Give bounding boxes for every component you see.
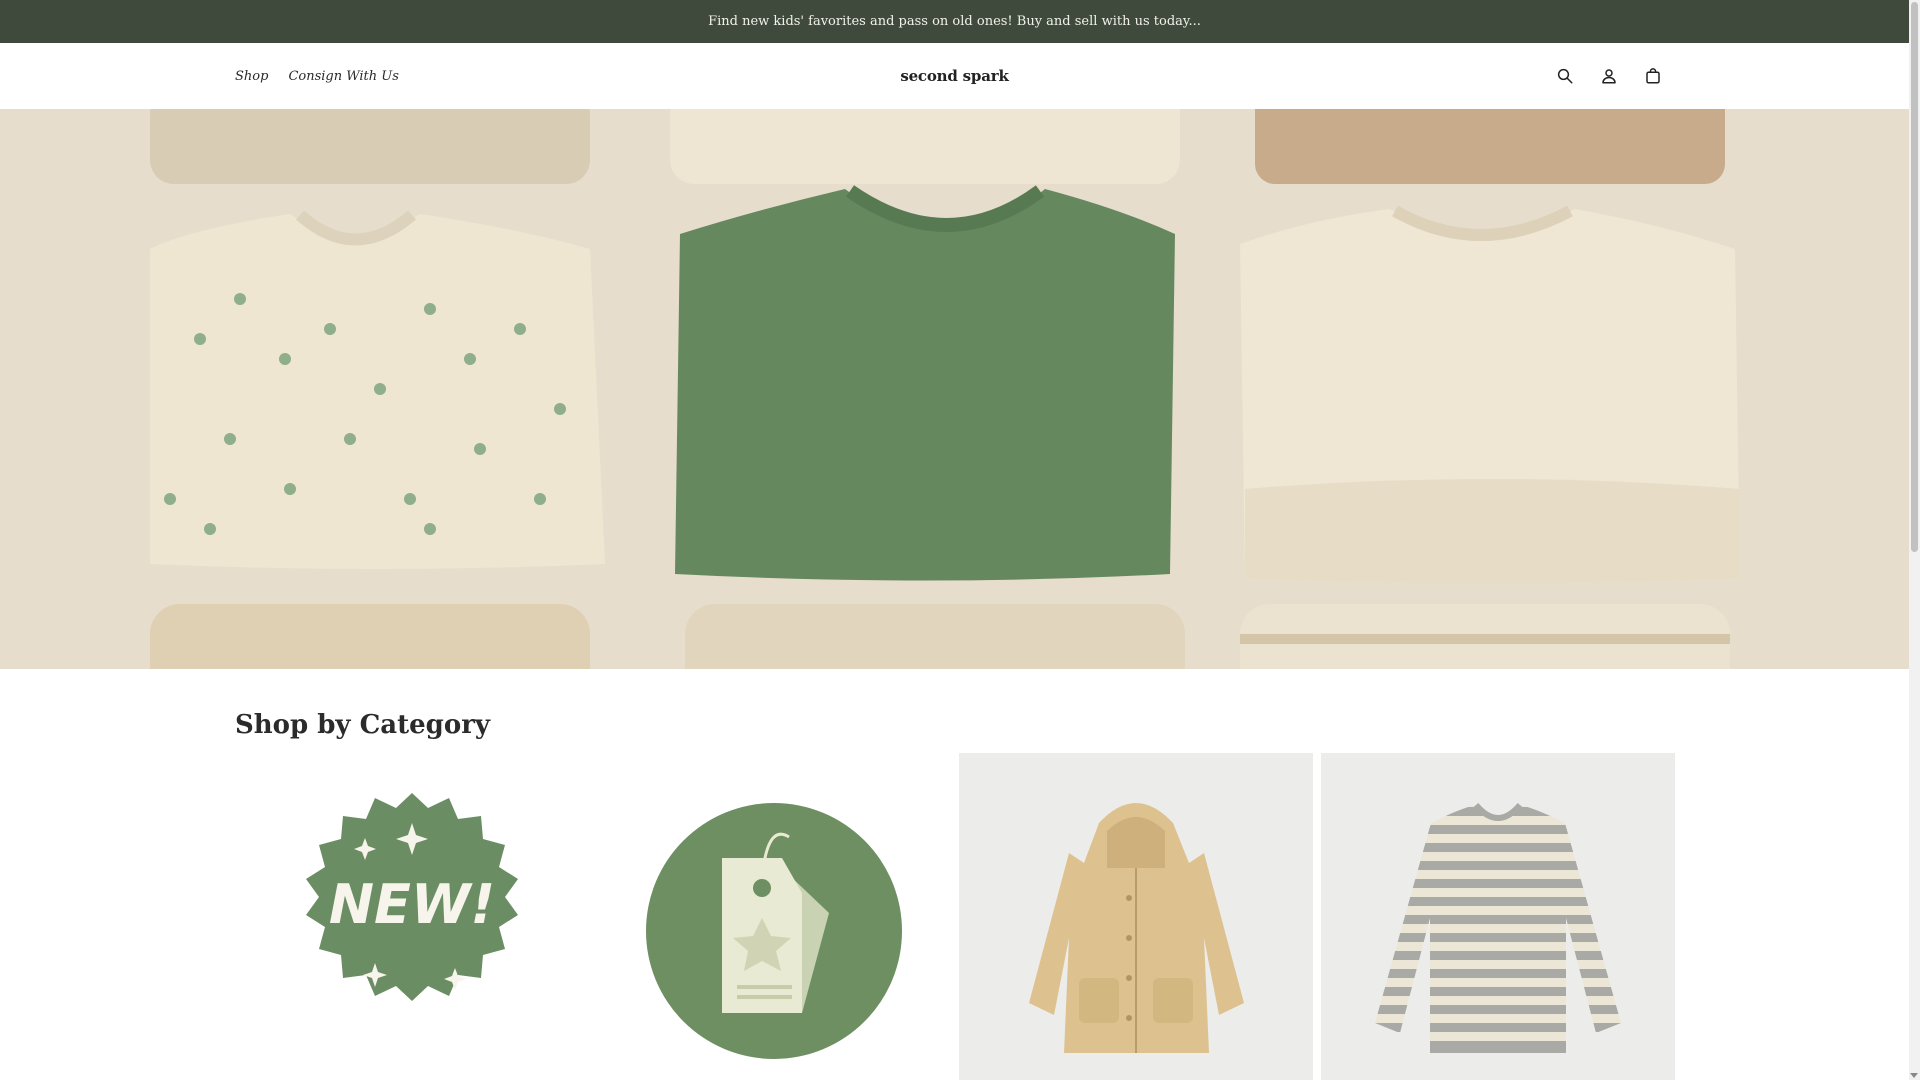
price-tag-badge-image (646, 803, 902, 1059)
nav-consign-link[interactable]: Consign With Us (288, 69, 398, 84)
header-actions (1554, 43, 1664, 109)
announcement-bar: Find new kids' favorites and pass on old… (0, 0, 1909, 43)
category-card-sweaters[interactable] (1321, 753, 1675, 1080)
scroll-down-arrow-icon[interactable] (1910, 1073, 1918, 1078)
search-icon[interactable] (1554, 65, 1576, 87)
page-scrollbar[interactable] (1909, 0, 1920, 1080)
announcement-text: Find new kids' favorites and pass on old… (708, 14, 1201, 29)
main-nav: Shop Consign With Us (235, 43, 399, 109)
scrollbar-thumb[interactable] (1911, 2, 1918, 552)
brand-logo[interactable]: second spark (900, 67, 1008, 85)
section-title: Shop by Category (235, 710, 491, 740)
site-header: Shop Consign With Us second spark (0, 43, 1909, 110)
hero-banner[interactable] (0, 109, 1909, 669)
striped-sweater-image (1375, 802, 1621, 1053)
category-grid: NEW! (235, 753, 1675, 1080)
quilted-jacket-image (1029, 803, 1244, 1053)
hero-image (0, 109, 1909, 669)
new-badge-text: NEW! (329, 873, 495, 936)
category-card-jackets[interactable] (959, 753, 1313, 1080)
nav-shop-link[interactable]: Shop (235, 69, 268, 84)
account-icon[interactable] (1598, 65, 1620, 87)
cart-icon[interactable] (1642, 65, 1664, 87)
category-card-sale[interactable] (597, 753, 951, 1080)
new-badge-image: NEW! (306, 793, 518, 1001)
category-card-new[interactable]: NEW! (235, 753, 589, 1080)
